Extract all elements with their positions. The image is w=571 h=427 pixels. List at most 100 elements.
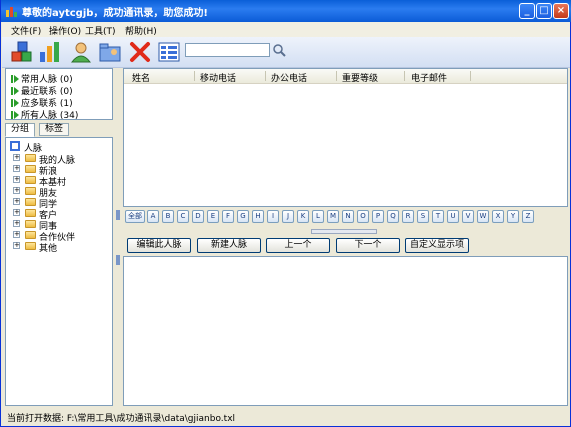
column-divider[interactable] [265,71,266,81]
contacts-table[interactable]: 姓名 移动电话 办公电话 重要等级 电子邮件 [123,68,568,207]
filter-letter-button[interactable]: N [342,210,354,223]
filter-letter-button[interactable]: M [327,210,339,223]
tree-group-label: 其他 [39,244,58,254]
splitter-grip-top[interactable] [116,210,120,220]
filter-letter-button[interactable]: P [372,210,384,223]
search-input[interactable] [185,43,270,57]
quick-item-should-contact[interactable]: 应多联系 (1) [11,96,73,109]
table-header: 姓名 移动电话 办公电话 重要等级 电子邮件 [124,69,567,84]
column-header-email[interactable]: 电子邮件 [411,71,447,84]
tree-root[interactable]: 人脉 [10,141,110,154]
filter-letter-button[interactable]: C [177,210,189,223]
splitter-grip-bottom[interactable] [116,255,120,265]
filter-letter-button[interactable]: E [207,210,219,223]
folder-icon [25,231,36,239]
column-divider[interactable] [336,71,337,81]
expand-icon[interactable]: + [13,187,20,194]
folder-user-icon[interactable] [98,40,122,64]
edit-contact-button[interactable]: 编辑此人脉 [127,238,191,253]
menu-operate[interactable]: 操作(O) [49,24,81,37]
quick-item-recent[interactable]: 最近联系 (0) [11,84,73,97]
new-contact-button[interactable]: 新建人脉 [197,238,261,253]
tree-group[interactable]: + 其他 [13,241,111,254]
cubes-icon[interactable] [10,40,34,64]
right-pane: 姓名 移动电话 办公电话 重要等级 电子邮件 全部 A B C D E F G … [123,68,568,406]
tree-group[interactable]: + 同事 [13,219,111,232]
menu-tools[interactable]: 工具(T) [85,24,116,37]
filter-letter-button[interactable]: X [492,210,504,223]
filter-letter-button[interactable]: W [477,210,489,223]
filter-letter-button[interactable]: F [222,210,234,223]
filter-letter-button[interactable]: D [192,210,204,223]
maximize-button[interactable]: □ [536,3,552,19]
tree-group[interactable]: + 新浪 [13,164,111,177]
folder-icon [25,165,36,173]
close-button[interactable]: × [553,3,569,19]
expand-icon[interactable]: + [13,165,20,172]
group-tree: 人脉 + 我的人脉 + 新浪 + 本基村 + 朋友 + 同学 + 客户 + 同事 + 合作伙伴 … [5,137,113,406]
expand-icon[interactable]: + [13,220,20,227]
filter-letter-button[interactable]: I [267,210,279,223]
quick-item-label: 所有人脉 (34) [21,111,79,121]
expand-icon[interactable]: + [13,154,20,161]
filter-letter-button[interactable]: S [417,210,429,223]
filter-letter-button[interactable]: Z [522,210,534,223]
search-icon[interactable] [272,43,286,57]
tree-group[interactable]: + 我的人脉 [13,153,111,166]
quick-item-all[interactable]: 所有人脉 (34) [11,108,79,121]
pane-splitter[interactable] [113,68,123,406]
expand-icon[interactable]: + [13,176,20,183]
horizontal-splitter[interactable] [311,229,377,234]
column-header-importance[interactable]: 重要等级 [342,71,378,84]
menu-help[interactable]: 帮助(H) [125,24,157,37]
filter-letter-button[interactable]: O [357,210,369,223]
filter-letter-button[interactable]: B [162,210,174,223]
bar-chart-icon[interactable] [38,40,62,64]
next-button[interactable]: 下一个 [336,238,400,253]
filter-all-button[interactable]: 全部 [125,210,145,223]
tab-tags[interactable]: 标签 [39,123,70,136]
delete-x-icon[interactable] [128,40,152,64]
filter-letter-button[interactable]: L [312,210,324,223]
column-header-name[interactable]: 姓名 [132,71,150,84]
title-bar[interactable]: 尊敬的aytcgjb，成功通讯录，助您成功! _ □ × [1,0,571,22]
tree-group[interactable]: + 同学 [13,197,111,210]
folder-icon [25,187,36,195]
menu-bar: 文件(F) 操作(O) 工具(T) 帮助(H) [2,22,570,37]
expand-icon[interactable]: + [13,242,20,249]
customize-display-button[interactable]: 自定义显示项 [405,238,469,253]
filter-letter-button[interactable]: A [147,210,159,223]
filter-letter-button[interactable]: J [282,210,294,223]
column-header-mobile[interactable]: 移动电话 [200,71,236,84]
tree-group[interactable]: + 客户 [13,208,111,221]
contact-detail-panel [123,256,568,406]
filter-letter-button[interactable]: U [447,210,459,223]
tree-group[interactable]: + 朋友 [13,186,111,199]
user-icon[interactable] [69,40,93,64]
tree-group[interactable]: + 合作伙伴 [13,230,111,243]
tab-groups[interactable]: 分组 [5,123,36,137]
column-divider[interactable] [194,71,195,81]
folder-icon [25,242,36,250]
quick-item-frequent[interactable]: 常用人脉 (0) [11,72,73,85]
filter-letter-button[interactable]: R [402,210,414,223]
minimize-button[interactable]: _ [519,3,535,19]
filter-letter-button[interactable]: Y [507,210,519,223]
previous-button[interactable]: 上一个 [266,238,330,253]
tree-group[interactable]: + 本基村 [13,175,111,188]
filter-letter-button[interactable]: G [237,210,249,223]
column-divider[interactable] [470,71,471,81]
folder-icon [25,198,36,206]
expand-icon[interactable]: + [13,198,20,205]
filter-letter-button[interactable]: T [432,210,444,223]
filter-letter-button[interactable]: H [252,210,264,223]
expand-icon[interactable]: + [13,209,20,216]
menu-file[interactable]: 文件(F) [11,24,41,37]
filter-letter-button[interactable]: V [462,210,474,223]
filter-letter-button[interactable]: Q [387,210,399,223]
expand-icon[interactable]: + [13,231,20,238]
grid-view-icon[interactable] [157,40,181,64]
column-divider[interactable] [404,71,405,81]
filter-letter-button[interactable]: K [297,210,309,223]
column-header-office[interactable]: 办公电话 [271,71,307,84]
